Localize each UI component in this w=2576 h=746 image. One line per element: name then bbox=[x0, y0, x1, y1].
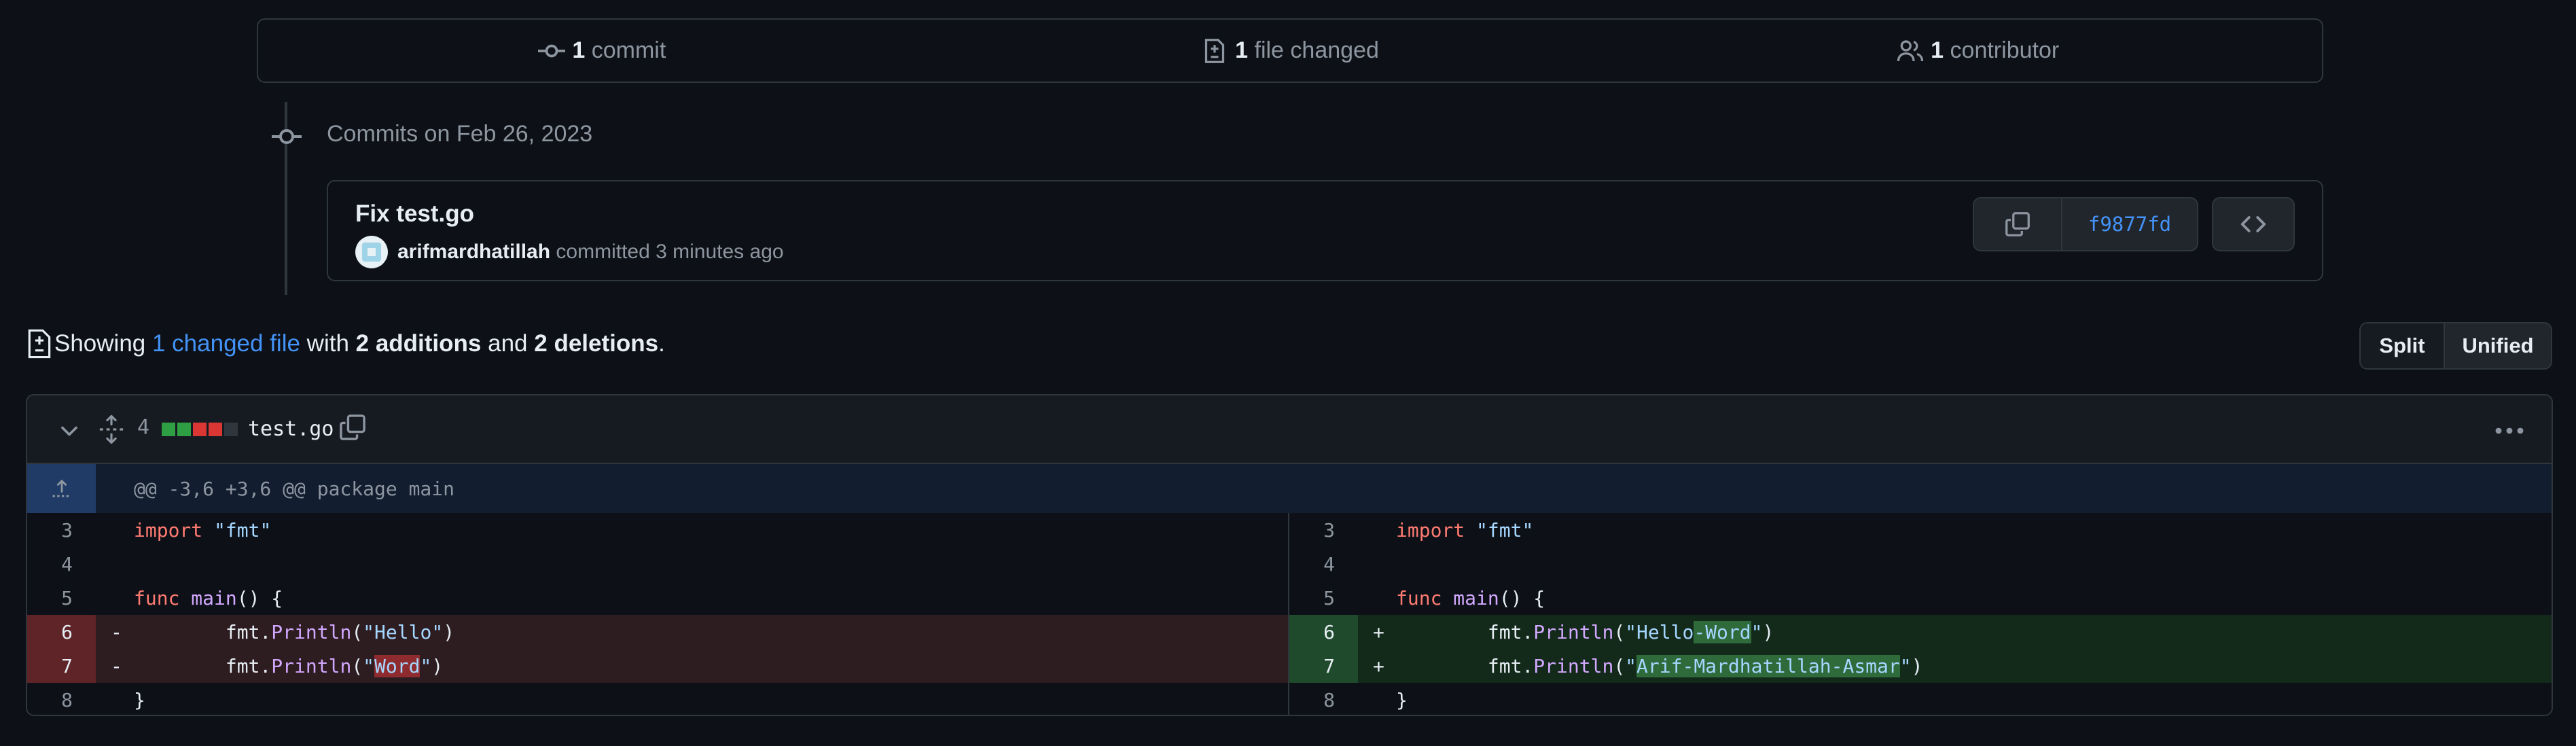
commit-time-text: committed 3 minutes ago bbox=[556, 241, 784, 263]
commits-count-tab[interactable]: 1 commit bbox=[258, 37, 946, 65]
unified-view-button[interactable]: Unified bbox=[2445, 323, 2551, 368]
showing-suffix: . bbox=[658, 330, 665, 357]
file-diff-icon bbox=[28, 329, 51, 359]
commit-icon bbox=[538, 44, 566, 57]
table-row: 3 import "fmt" bbox=[27, 513, 1288, 547]
files-changed-tab[interactable]: 1 file changed bbox=[946, 37, 1634, 65]
line-number[interactable]: 5 bbox=[27, 581, 96, 615]
avatar[interactable] bbox=[355, 236, 388, 268]
table-row-added: 6 + fmt.Println("Hello-Word") bbox=[1289, 615, 2552, 649]
table-row: 5 func main() { bbox=[1289, 581, 2552, 615]
files-count: 1 bbox=[1235, 37, 1249, 63]
people-icon bbox=[1897, 39, 1924, 61]
commit-icon bbox=[272, 129, 302, 144]
code-line: import "fmt" bbox=[134, 518, 272, 541]
diffstat-add-block bbox=[177, 423, 191, 436]
commit-title-link[interactable]: Fix test.go bbox=[355, 200, 474, 228]
diff-stats-summary: Showing 1 changed file with 2 additions … bbox=[26, 329, 665, 359]
table-row-deleted: 7 - fmt.Println("Word") bbox=[27, 649, 1288, 683]
diff-table: 3 import "fmt" 4 5 func main() { 6 - fmt… bbox=[27, 513, 2552, 715]
diff-marker: + bbox=[1373, 620, 1384, 643]
commit-label: commit bbox=[591, 37, 666, 63]
code-line: } bbox=[134, 688, 145, 711]
file-change-count: 4 bbox=[137, 416, 150, 440]
file-header: 4 test.go bbox=[27, 395, 2552, 464]
deletions-count: 2 deletions bbox=[534, 330, 659, 357]
code-icon bbox=[2240, 216, 2266, 232]
hunk-header-text: @@ -3,6 +3,6 @@ package main bbox=[134, 477, 455, 500]
split-view-button[interactable]: Split bbox=[2361, 323, 2445, 368]
diffstat-neutral-block bbox=[224, 423, 238, 436]
hunk-header-row: @@ -3,6 +3,6 @@ package main bbox=[27, 464, 2552, 513]
kebab-horizontal-icon[interactable] bbox=[2493, 417, 2526, 444]
contributors-tab[interactable]: 1 contributor bbox=[1634, 37, 2322, 65]
diff-marker: - bbox=[111, 654, 122, 677]
code-line: fmt.Println("Arif-Mardhatillah-Asmar") bbox=[1487, 654, 1923, 677]
commit-sha-group: f9877fd bbox=[1973, 197, 2198, 251]
table-row: 3 import "fmt" bbox=[1289, 513, 2552, 547]
line-number[interactable]: 3 bbox=[27, 513, 96, 547]
showing-and: and bbox=[481, 330, 535, 357]
code-line: func main() { bbox=[1396, 586, 1545, 609]
line-number[interactable]: 8 bbox=[1289, 683, 1358, 715]
code-line: fmt.Println("Hello") bbox=[225, 620, 455, 643]
table-row: 8 } bbox=[1289, 683, 2552, 715]
commit-author-link[interactable]: arifmardhatillah bbox=[397, 241, 550, 263]
code-line: fmt.Println("Word") bbox=[225, 654, 444, 677]
showing-prefix: Showing bbox=[54, 330, 152, 357]
contributor-count: 1 bbox=[1931, 37, 1944, 63]
diff-view-toggle: Split Unified bbox=[2359, 322, 2552, 370]
diff-marker: - bbox=[111, 620, 122, 643]
commit-sha-link[interactable]: f9877fd bbox=[2062, 198, 2197, 250]
commit-meta: arifmardhatillah committed 3 minutes ago bbox=[355, 236, 784, 268]
diffstat-del-block bbox=[209, 423, 222, 436]
diff-right-side: 3 import "fmt" 4 5 func main() { 6 + fmt… bbox=[1289, 513, 2552, 715]
table-row: 8 } bbox=[27, 683, 1288, 715]
fold-up-icon bbox=[52, 480, 71, 497]
table-row: 4 bbox=[27, 547, 1288, 581]
line-number[interactable]: 6 bbox=[1289, 615, 1358, 649]
file-name-link[interactable]: test.go bbox=[248, 417, 334, 441]
line-number[interactable]: 5 bbox=[1289, 581, 1358, 615]
diffstat-bar bbox=[162, 423, 238, 436]
line-number[interactable]: 3 bbox=[1289, 513, 1358, 547]
additions-count: 2 additions bbox=[355, 330, 482, 357]
browse-repo-button[interactable] bbox=[2212, 197, 2295, 251]
files-label: file changed bbox=[1254, 37, 1379, 63]
line-number[interactable]: 6 bbox=[27, 615, 96, 649]
unfold-icon[interactable] bbox=[98, 414, 125, 444]
table-row-added: 7 + fmt.Println("Arif-Mardhatillah-Asmar… bbox=[1289, 649, 2552, 683]
commit-summary-bar: 1 commit 1 file changed 1 contributor bbox=[257, 18, 2323, 83]
table-row: 4 bbox=[1289, 547, 2552, 581]
chevron-down-icon[interactable] bbox=[57, 419, 82, 443]
expand-up-button[interactable] bbox=[27, 464, 96, 513]
contributor-label: contributor bbox=[1950, 37, 2060, 63]
code-line: fmt.Println("Hello-Word") bbox=[1487, 620, 1774, 643]
line-number[interactable]: 7 bbox=[1289, 649, 1358, 683]
line-number[interactable]: 4 bbox=[1289, 547, 1358, 581]
code-line: } bbox=[1396, 688, 1408, 711]
table-row: 5 func main() { bbox=[27, 581, 1288, 615]
diffstat-add-block bbox=[162, 423, 175, 436]
file-diff: 4 test.go @@ -3,6 +3,6 @@ package main 3… bbox=[26, 394, 2553, 716]
showing-with: with bbox=[300, 330, 356, 357]
commit-count: 1 bbox=[572, 37, 586, 63]
copy-sha-button[interactable] bbox=[1974, 198, 2062, 250]
diffstat-del-block bbox=[193, 423, 207, 436]
diff-left-side: 3 import "fmt" 4 5 func main() { 6 - fmt… bbox=[27, 513, 1289, 715]
line-number[interactable]: 4 bbox=[27, 547, 96, 581]
commit-card: Fix test.go arifmardhatillah committed 3… bbox=[327, 180, 2323, 281]
commits-date-heading: Commits on Feb 26, 2023 bbox=[327, 121, 593, 147]
diff-marker: + bbox=[1373, 654, 1384, 677]
changed-files-link[interactable]: 1 changed file bbox=[152, 330, 300, 357]
code-line: func main() { bbox=[134, 586, 283, 609]
file-diff-icon bbox=[1205, 38, 1225, 63]
copy-icon[interactable] bbox=[338, 413, 367, 442]
table-row-deleted: 6 - fmt.Println("Hello") bbox=[27, 615, 1288, 649]
line-number[interactable]: 7 bbox=[27, 649, 96, 683]
code-line: import "fmt" bbox=[1396, 518, 1534, 541]
copy-icon bbox=[2005, 212, 2030, 236]
line-number[interactable]: 8 bbox=[27, 683, 96, 715]
